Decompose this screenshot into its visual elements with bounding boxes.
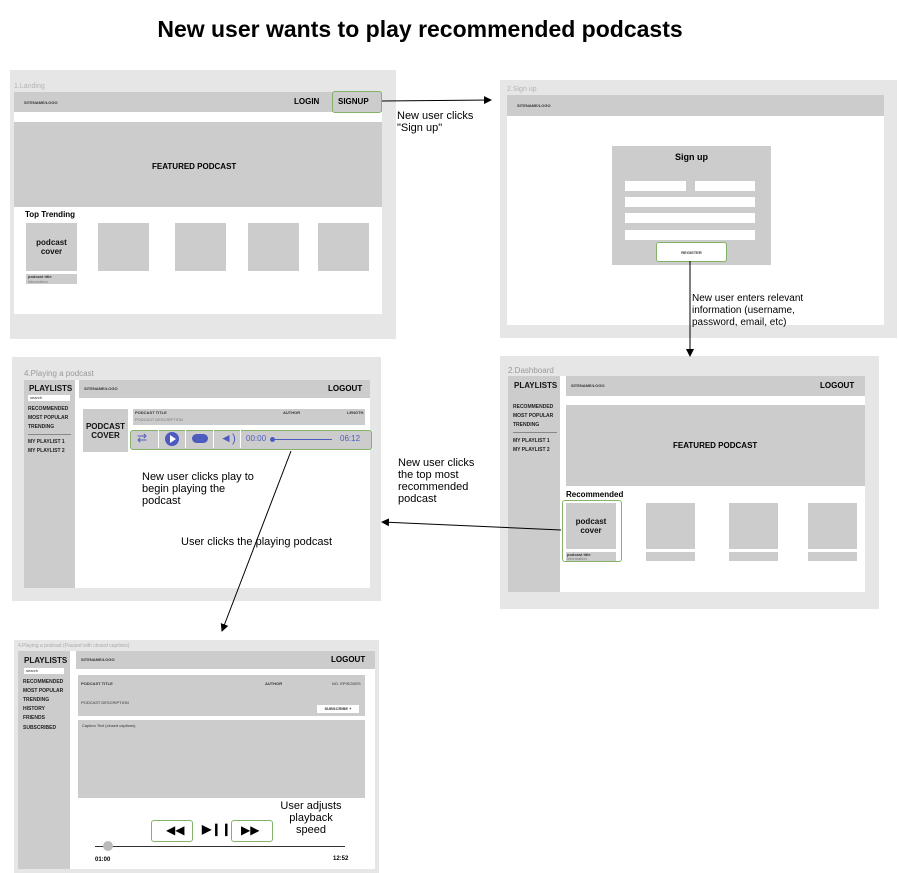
arrow-signup <box>381 96 492 105</box>
annotation-signup: New user clicks "Sign up" <box>397 110 474 134</box>
annotation-click-play: New user clicks play to begin playing th… <box>142 471 254 507</box>
annotation-click-playing: User clicks the playing podcast <box>181 536 333 548</box>
annotation-playback-speed: User adjusts playback speed <box>280 800 342 836</box>
arrow-recommended <box>381 518 562 531</box>
annotation-enter-info: New user enters relevant information (us… <box>692 293 804 328</box>
annotation-click-recommended: New user clicks the top most recommended… <box>398 457 475 505</box>
